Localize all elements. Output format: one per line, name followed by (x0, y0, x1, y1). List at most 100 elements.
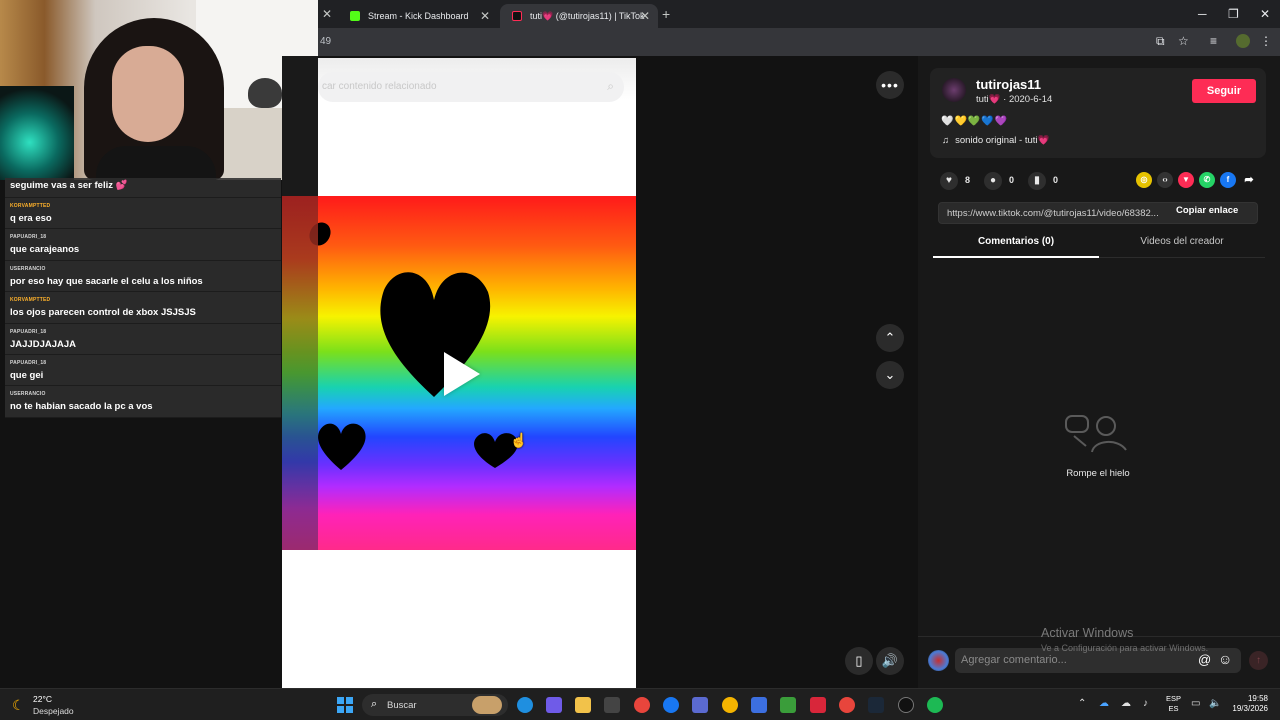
mini-player-button[interactable]: ▯ (845, 647, 873, 675)
video-link-url: https://www.tiktok.com/@tutirojas11/vide… (947, 208, 1159, 219)
tab-creator-videos[interactable]: Videos del creador (1099, 236, 1265, 258)
taskbar-search[interactable]: ⌕ Buscar (362, 694, 508, 716)
next-video-button[interactable]: ⌄ (876, 361, 904, 389)
weather-condition[interactable]: Despejado (33, 706, 74, 716)
webcam-overlay (0, 0, 318, 180)
minimize-button[interactable]: ─ (1198, 4, 1207, 24)
tab-kick-dashboard[interactable]: Stream - Kick Dashboard ✕ (338, 4, 498, 28)
screen: ✕ Stream - Kick Dashboard ✕ tuti💗 (@tuti… (0, 0, 1280, 720)
tab-tiktok[interactable]: tuti💗 (@tutirojas11) | TikTok ✕ (500, 4, 658, 28)
chat-overlay: seguime vas a ser feliz 💕 KORVAMPTTED q … (5, 178, 281, 418)
close-icon[interactable]: ✕ (480, 4, 490, 28)
search-icon[interactable]: ⌕ (607, 79, 614, 94)
facebook-app-icon[interactable] (663, 697, 679, 713)
user-avatar[interactable] (928, 650, 949, 671)
chat-message: seguime vas a ser feliz 💕 (5, 178, 281, 198)
comment-stat[interactable]: ● 0 (984, 171, 1014, 190)
chrome-icon[interactable] (839, 697, 855, 713)
address-bar[interactable]: 49 ⧉ ☆ ≡ ⋮ (318, 28, 1280, 56)
send-comment-icon[interactable]: ↑ (1249, 651, 1268, 670)
bookmark-icon[interactable]: ▮ (1028, 172, 1046, 190)
volume-icon[interactable]: 🔈 (1209, 698, 1221, 709)
sound-link[interactable]: ♫ sonido original - tuti💗 (942, 135, 1049, 146)
close-icon[interactable]: ✕ (640, 4, 650, 28)
more-options-button[interactable]: ••• (876, 71, 904, 99)
sound-title: sonido original - tuti💗 (955, 135, 1050, 146)
save-stat[interactable]: ▮ 0 (1028, 171, 1058, 190)
copy-link-button[interactable]: Copiar enlace (1176, 205, 1238, 216)
microphone-icon[interactable]: ♪ (1143, 698, 1148, 709)
clock-date: 19/3/2026 (1232, 704, 1268, 713)
tiktok-icon (512, 11, 522, 21)
chat-text: que carajeanos (10, 244, 80, 256)
like-stat[interactable]: ♥ 8 (940, 171, 970, 190)
profile-avatar[interactable] (1236, 34, 1250, 48)
edge-icon[interactable] (517, 697, 533, 713)
share-arrow-icon[interactable]: ➦ (1241, 172, 1257, 188)
weather-moon-icon[interactable]: ☾ (12, 697, 25, 714)
restore-button[interactable]: ❐ (1228, 4, 1239, 24)
chat-message: KORVAMPTTED q era eso (5, 198, 281, 230)
creator-avatar[interactable] (942, 78, 966, 102)
coin-icon[interactable]: ◎ (1136, 172, 1152, 188)
heart-icon[interactable]: ♥ (940, 172, 958, 190)
previous-video-button[interactable]: ⌃ (876, 324, 904, 352)
file-explorer-icon[interactable] (575, 697, 591, 713)
bookmark-star-icon[interactable]: ☆ (1178, 34, 1189, 48)
spotify-icon[interactable] (927, 697, 943, 713)
video-description: 🤍💛💚💙💜 (941, 116, 1009, 127)
browser-app-icon[interactable] (722, 697, 738, 713)
whatsapp-icon[interactable]: ✆ (1199, 172, 1215, 188)
chrome-icon[interactable] (634, 697, 650, 713)
creator-username[interactable]: tutirojas11 (976, 77, 1041, 92)
emoji-icon[interactable]: ☺ (1218, 651, 1232, 667)
url-text[interactable]: 49 (320, 36, 331, 47)
follow-button[interactable]: Seguir (1192, 79, 1256, 103)
obs-icon[interactable] (898, 697, 914, 713)
app-icon[interactable] (692, 697, 708, 713)
store-icon[interactable] (604, 697, 620, 713)
minecraft-icon[interactable] (780, 697, 796, 713)
language-indicator[interactable]: ESP ES (1166, 694, 1181, 714)
mention-icon[interactable]: @ (1198, 652, 1211, 667)
monitor-icon[interactable]: ▭ (1191, 698, 1200, 709)
menu-dots-icon[interactable]: ⋮ (1260, 34, 1272, 48)
tab-comments[interactable]: Comentarios (0) (933, 236, 1099, 258)
search-highlight-icon (472, 696, 502, 714)
clock[interactable]: 19:58 19/3/2026 (1228, 694, 1268, 714)
webcam-cat (248, 78, 282, 108)
cloud-icon[interactable]: ☁ (1121, 698, 1131, 709)
comment-icon[interactable]: ● (984, 172, 1002, 190)
send-icon[interactable]: ▼ (1178, 172, 1194, 188)
embed-icon[interactable]: ‹› (1157, 172, 1173, 188)
volume-button[interactable]: 🔊 (876, 647, 904, 675)
chat-text: que gei (10, 369, 44, 381)
steam-icon[interactable] (868, 697, 884, 713)
creator-nickname-date: tuti💗 · 2020-6-14 (976, 94, 1053, 105)
media-control-icon[interactable]: ≡ (1210, 34, 1217, 48)
black-heart-small-left (318, 423, 366, 470)
chat-text: no te habian sacado la pc a vos (10, 401, 153, 413)
copilot-icon[interactable] (546, 697, 562, 713)
chat-text: seguime vas a ser feliz (10, 180, 113, 191)
close-icon[interactable]: ✕ (322, 4, 336, 24)
play-icon[interactable] (444, 352, 480, 396)
install-app-icon[interactable]: ⧉ (1156, 34, 1165, 49)
window-close-button[interactable]: ✕ (1260, 4, 1270, 24)
facebook-icon[interactable]: f (1220, 172, 1236, 188)
app-icon[interactable] (751, 697, 767, 713)
new-tab-button[interactable]: + (662, 4, 670, 24)
webcam-streamer-shirt (96, 146, 216, 180)
app-icon[interactable] (810, 697, 826, 713)
webcam-streamer-face (112, 46, 184, 142)
chevron-up-icon[interactable]: ⌃ (1078, 698, 1086, 709)
start-icon[interactable] (337, 697, 353, 713)
heart-emoji: 💕 (115, 180, 128, 191)
browser-tabbar: ✕ Stream - Kick Dashboard ✕ tuti💗 (@tuti… (318, 0, 1280, 28)
taskbar-search-label: Buscar (387, 700, 417, 711)
webcam-microphone (0, 86, 74, 180)
related-search-input[interactable]: car contenido relacionado ⌕ (318, 72, 624, 102)
chat-message: PAPUADRI_18 que carajeanos (5, 229, 281, 261)
onedrive-icon[interactable]: ☁ (1099, 698, 1109, 709)
weather-temperature[interactable]: 22°C (33, 694, 52, 704)
